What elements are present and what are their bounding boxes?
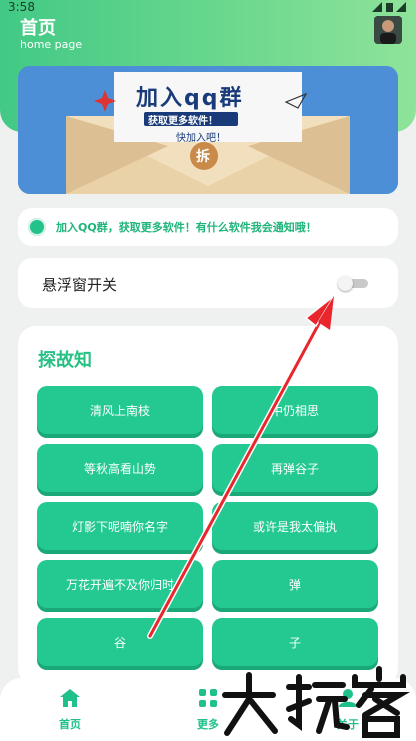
banner-line2: 快加入吧！: [176, 133, 226, 144]
signal-battery-icon: [372, 2, 406, 12]
song-button[interactable]: 子: [212, 618, 378, 666]
banner-headline: 加入qq群: [136, 86, 244, 111]
song-button[interactable]: 灯影下呢喃你名字: [37, 502, 203, 550]
song-panel: 探故知 清风上南枝 中仍相思 等秋高看山势 再弹谷子 灯影下呢喃你名字 或许是我…: [18, 326, 398, 686]
notice-dot-icon: [28, 218, 46, 236]
song-button[interactable]: 弹: [212, 560, 378, 608]
song-button[interactable]: 再弹谷子: [212, 444, 378, 492]
song-button[interactable]: 谷: [37, 618, 203, 666]
page-title: 首页: [20, 18, 56, 39]
song-button[interactable]: 万花开遍不及你归时: [37, 560, 203, 608]
notice-text: 加入QQ群，获取更多软件！有什么软件我会通知哦！: [56, 221, 317, 234]
song-button[interactable]: 等秋高看山势: [37, 444, 203, 492]
notice-bar[interactable]: 加入QQ群，获取更多软件！有什么软件我会通知哦！: [18, 208, 398, 246]
home-icon: [60, 689, 80, 707]
watermark-logo: [222, 666, 411, 738]
banner-line1: 获取更多软件！: [148, 116, 218, 127]
float-window-toggle-card: 悬浮窗开关: [18, 258, 398, 308]
switch-knob: [338, 276, 353, 291]
status-time: 3:58: [8, 0, 35, 14]
nav-item-home[interactable]: 首页: [40, 688, 100, 732]
person-icon: [374, 16, 402, 44]
float-window-switch[interactable]: [338, 276, 368, 291]
avatar[interactable]: [374, 16, 402, 44]
song-button[interactable]: 清风上南枝: [37, 386, 203, 434]
banner-seal: 拆: [196, 149, 210, 165]
status-bar: 3:58: [0, 0, 416, 14]
qq-group-banner[interactable]: 加入qq群 获取更多软件！ 快加入吧！ 拆: [18, 66, 398, 194]
song-button[interactable]: 或许是我太偏执: [212, 502, 378, 550]
nav-label-home: 首页: [59, 718, 81, 731]
float-window-toggle-label: 悬浮窗开关: [42, 276, 118, 294]
page-subtitle: home page: [20, 38, 83, 51]
song-button[interactable]: 中仍相思: [212, 386, 378, 434]
panel-title: 探故知: [38, 350, 92, 371]
